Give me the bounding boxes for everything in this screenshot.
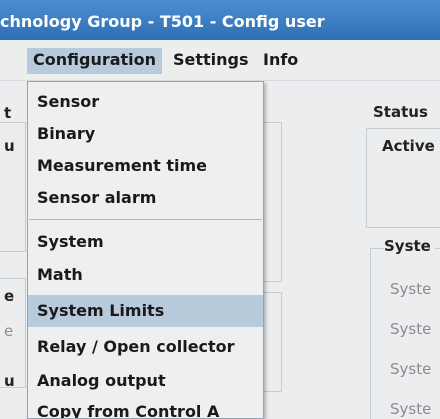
left-fragment-5: u — [4, 372, 15, 390]
menu-item-system[interactable]: System — [28, 226, 263, 258]
menu-item-relay-open-collector[interactable]: Relay / Open collector — [28, 331, 263, 363]
left-fragment-4: e — [4, 322, 14, 340]
menu-item-measurement-time[interactable]: Measurement time — [28, 150, 263, 182]
system-row-3: Syste — [390, 360, 432, 378]
menu-bar: Configuration Settings Info — [0, 40, 440, 81]
title-bar: chnology Group - T501 - Config user — [0, 0, 440, 40]
menu-separator — [29, 219, 262, 220]
left-fragment-3: e — [4, 287, 15, 305]
left-fragment-2: u — [4, 137, 15, 155]
system-row-1: Syste — [390, 280, 432, 298]
menu-item-system-limits[interactable]: System Limits — [28, 295, 263, 327]
menu-settings[interactable]: Settings — [167, 48, 255, 74]
menu-item-math[interactable]: Math — [28, 259, 263, 291]
system-group-label: Syste — [384, 237, 435, 255]
status-group-label: Status — [373, 103, 428, 121]
system-row-4: Syste — [390, 400, 432, 418]
menu-item-analog-output[interactable]: Analog output — [28, 365, 263, 397]
menu-item-sensor-alarm[interactable]: Sensor alarm — [28, 182, 263, 214]
menu-configuration[interactable]: Configuration — [27, 48, 163, 74]
menu-item-binary[interactable]: Binary — [28, 118, 263, 150]
window-title: chnology Group - T501 - Config user — [0, 12, 325, 31]
menu-item-copy-from-control-a[interactable]: Copy from Control A — [28, 396, 263, 418]
left-fragment-1: t — [4, 104, 12, 122]
system-row-2: Syste — [390, 320, 432, 338]
configuration-dropdown: Sensor Binary Measurement time Sensor al… — [27, 81, 264, 419]
active-label: Active — [382, 137, 435, 155]
menu-info[interactable]: Info — [257, 48, 304, 74]
menu-item-sensor[interactable]: Sensor — [28, 86, 263, 118]
